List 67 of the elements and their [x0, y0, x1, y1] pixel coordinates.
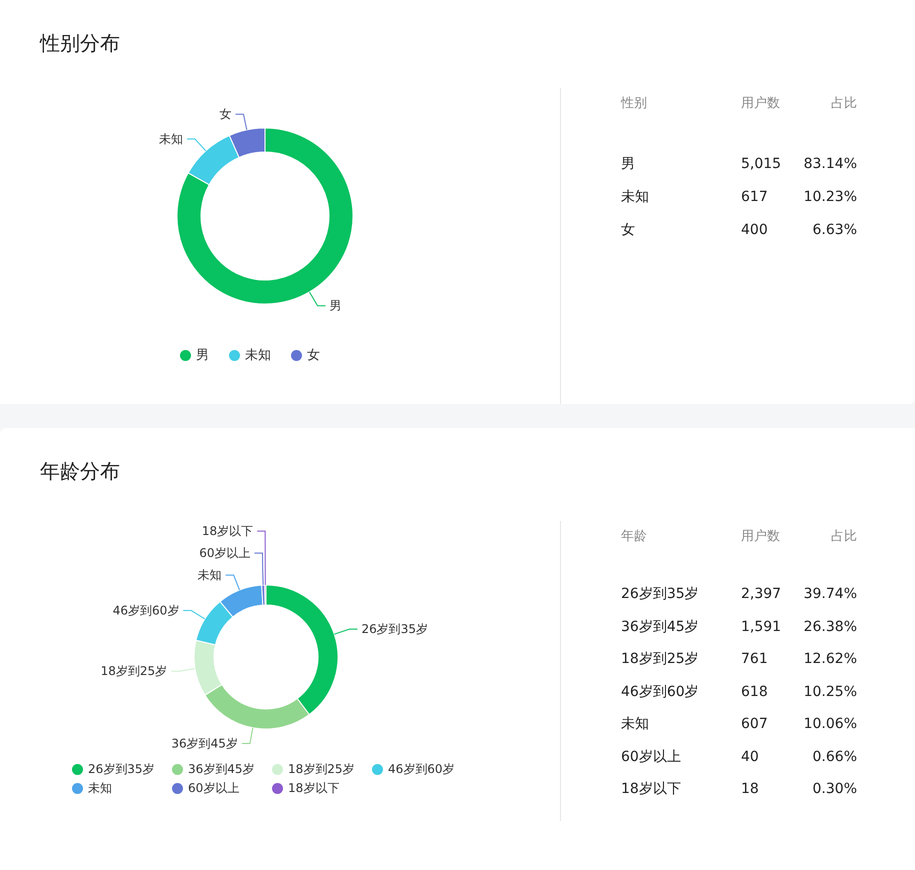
- table-cell-text: 0.30%: [812, 781, 857, 798]
- table-cell-text: 未知: [621, 188, 650, 206]
- legend-label[interactable]: 未知: [245, 346, 271, 364]
- table-cell-text: 10.06%: [802, 716, 857, 732]
- table-cell-text: 26岁到35岁: [621, 585, 700, 604]
- table-cell-text: 607: [741, 716, 769, 732]
- table-cell-text: 18岁到25岁: [621, 650, 700, 668]
- legend-label[interactable]: 46岁到60岁: [388, 761, 455, 778]
- table-cell-text: 6.63%: [812, 222, 857, 238]
- table-cell-text: 10.25%: [802, 684, 857, 700]
- table-cell-text: 女: [621, 220, 636, 238]
- legend-label[interactable]: 26岁到35岁: [88, 761, 155, 778]
- table-cell-text: 未知: [621, 715, 650, 734]
- leader-line: [334, 628, 358, 635]
- leader-line: [225, 574, 240, 591]
- table-cell-text: 18岁以下: [621, 780, 682, 798]
- chart-label: 女: [220, 107, 232, 122]
- table-cell-text: 0.66%: [812, 748, 857, 765]
- leader-line: [170, 668, 196, 672]
- legend-label[interactable]: 36岁到45岁: [188, 761, 255, 778]
- chart-label: 18岁以下: [202, 524, 254, 538]
- table-cell-text: 39.74%: [802, 586, 857, 602]
- leader-line: [241, 727, 254, 744]
- legend-label[interactable]: 18岁到25岁: [288, 761, 355, 778]
- table-cell-text: 2,397: [741, 586, 782, 602]
- legend-label[interactable]: 60岁以上: [188, 780, 240, 797]
- chart-label: 60岁以上: [199, 546, 251, 560]
- table-cell-text: 26.38%: [802, 618, 857, 635]
- chart-label: 男: [330, 298, 342, 313]
- table-cell-text: 12.62%: [802, 651, 857, 668]
- column-header: 用户数: [741, 528, 781, 545]
- column-header: 性别: [621, 95, 648, 112]
- legend-label[interactable]: 女: [307, 346, 320, 364]
- table-cell-text: 46岁到60岁: [621, 682, 700, 701]
- table-cell-text: 40: [741, 748, 760, 765]
- chart-label: 18岁到25岁: [100, 664, 168, 678]
- table-cell-text: 36岁到45岁: [621, 618, 700, 636]
- table-cell-text: 618: [741, 684, 769, 700]
- table-cell-text: 761: [741, 651, 769, 668]
- chart-label: 36岁到45岁: [171, 736, 238, 751]
- donut-slice: [195, 601, 234, 646]
- table-cell-text: 5,015: [741, 156, 782, 172]
- table-cell-text: 1,591: [741, 618, 782, 635]
- legend-label[interactable]: 未知: [88, 780, 112, 797]
- table-cell-text: 男: [621, 154, 636, 172]
- section-title: 年龄分布: [40, 458, 121, 485]
- chart-label: 未知: [198, 568, 222, 582]
- table-cell-text: 400: [741, 222, 769, 238]
- column-header: 占比: [830, 95, 857, 112]
- chart-label: 未知: [159, 132, 184, 146]
- table-cell-text: 10.23%: [802, 188, 857, 204]
- column-header: 年龄: [621, 528, 648, 545]
- table-cell-text: 18: [741, 781, 760, 798]
- table-cell-text: 60岁以上: [621, 748, 682, 766]
- table-cell-text: 83.14%: [802, 156, 857, 172]
- section-title: 性别分布: [40, 30, 121, 57]
- leader-line: [182, 610, 206, 620]
- leader-line: [235, 114, 248, 130]
- legend-label[interactable]: 男: [196, 346, 209, 364]
- chart-label: 26岁到35岁: [361, 622, 428, 636]
- chart-label: 46岁到60岁: [112, 604, 180, 618]
- column-header: 用户数: [741, 95, 781, 112]
- leader-line: [308, 291, 326, 306]
- legend-label[interactable]: 18岁以下: [288, 780, 340, 797]
- column-header: 占比: [830, 528, 857, 545]
- table-cell-text: 617: [741, 188, 769, 204]
- leader-line: [186, 138, 206, 152]
